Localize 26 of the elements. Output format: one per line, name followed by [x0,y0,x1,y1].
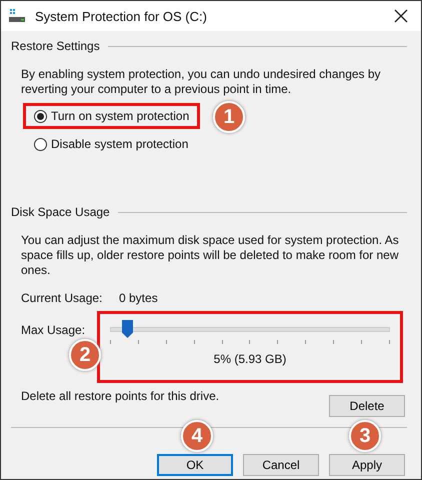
step-number-badge: 2 [69,339,101,371]
radio-option[interactable]: Disable system protection [23,131,200,157]
step-number-badge: 4 [181,420,213,452]
description-text: By enabling system protection, you can undo undesired changes by reverting your computer to a previous point in time. [21,67,382,97]
dialog-button[interactable]: Apply [329,454,405,476]
slider-thumb[interactable] [122,320,133,338]
section-heading: Restore Settings [11,39,100,53]
drive-icon [9,9,27,23]
dialog-button[interactable]: OK [157,454,233,476]
current-usage-value: 0 bytes [119,291,158,305]
delete-description: Delete all restore points for this drive. [21,389,220,403]
slider-track[interactable] [110,320,390,338]
close-icon [394,9,408,23]
step-number-badge: 3 [349,420,381,452]
section-heading: Disk Space Usage [11,205,110,219]
dialog-button[interactable]: Cancel [243,454,319,476]
delete-button[interactable]: Delete [329,395,405,417]
current-usage-label: Current Usage: [21,291,104,305]
step-number-badge: 1 [213,101,245,133]
description-text: You can adjust the maximum disk space used for system protection. As space fills up, older restore points will be deleted to make room for new ones. [21,233,400,278]
max-usage-reading: 5% (5.93 GB) [214,352,286,366]
window-title: System Protection for OS (C:) [35,8,208,24]
radio-button[interactable] [34,138,47,150]
max-usage-label: Max Usage: [21,323,86,337]
radio-button[interactable] [34,110,47,122]
radio-option[interactable]: Turn on system protection [23,103,200,129]
